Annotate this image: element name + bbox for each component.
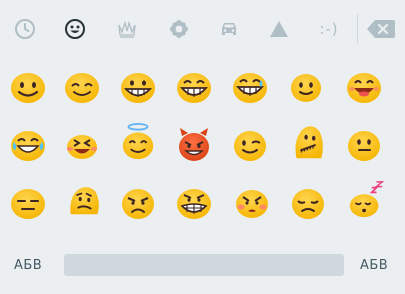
zipper-mouth-face[interactable] — [288, 122, 328, 162]
laughing-face[interactable] — [344, 66, 384, 106]
grinning-smiling-eyes-face[interactable] — [174, 66, 214, 106]
smiling-eyes-face[interactable] — [62, 66, 102, 106]
crown-icon[interactable] — [108, 10, 146, 48]
pensive-face[interactable] — [288, 182, 328, 222]
slightly-smiling-face[interactable] — [286, 66, 326, 106]
emoticon-text-icon[interactable]: :-) — [310, 10, 348, 48]
smiley-icon[interactable] — [56, 10, 94, 48]
squinting-laughing-face[interactable] — [62, 124, 102, 164]
expressionless-face[interactable] — [8, 182, 48, 222]
switch-to-letters-right-button[interactable]: АБВ — [360, 258, 388, 273]
beaming-face[interactable] — [230, 66, 270, 106]
clock-icon[interactable] — [6, 10, 44, 48]
angry-face[interactable] — [118, 182, 158, 222]
emoticon-text-label: :-) — [319, 20, 339, 38]
winking-face[interactable] — [230, 124, 270, 164]
emoji-grid — [0, 58, 405, 240]
grinning-face[interactable] — [118, 66, 158, 106]
switch-to-letters-left-button[interactable]: АБВ — [14, 258, 42, 273]
smiling-devil-face[interactable] — [174, 124, 214, 164]
sleeping-face[interactable] — [346, 180, 386, 220]
backspace-icon[interactable] — [363, 14, 399, 44]
triangle-icon[interactable] — [260, 10, 298, 48]
car-icon[interactable] — [210, 10, 248, 48]
halo-face[interactable] — [118, 122, 158, 162]
neutral-face[interactable] — [344, 124, 384, 164]
pouting-face[interactable] — [232, 182, 272, 222]
category-separator — [357, 14, 358, 44]
grimacing-face[interactable] — [174, 182, 214, 222]
flower-icon[interactable] — [160, 10, 198, 48]
emoji-category-bar: :-) — [0, 0, 405, 58]
confused-face[interactable] — [64, 180, 104, 220]
tears-of-joy-face[interactable] — [8, 124, 48, 164]
spacebar[interactable] — [64, 254, 344, 276]
smiling-face[interactable] — [8, 66, 48, 106]
